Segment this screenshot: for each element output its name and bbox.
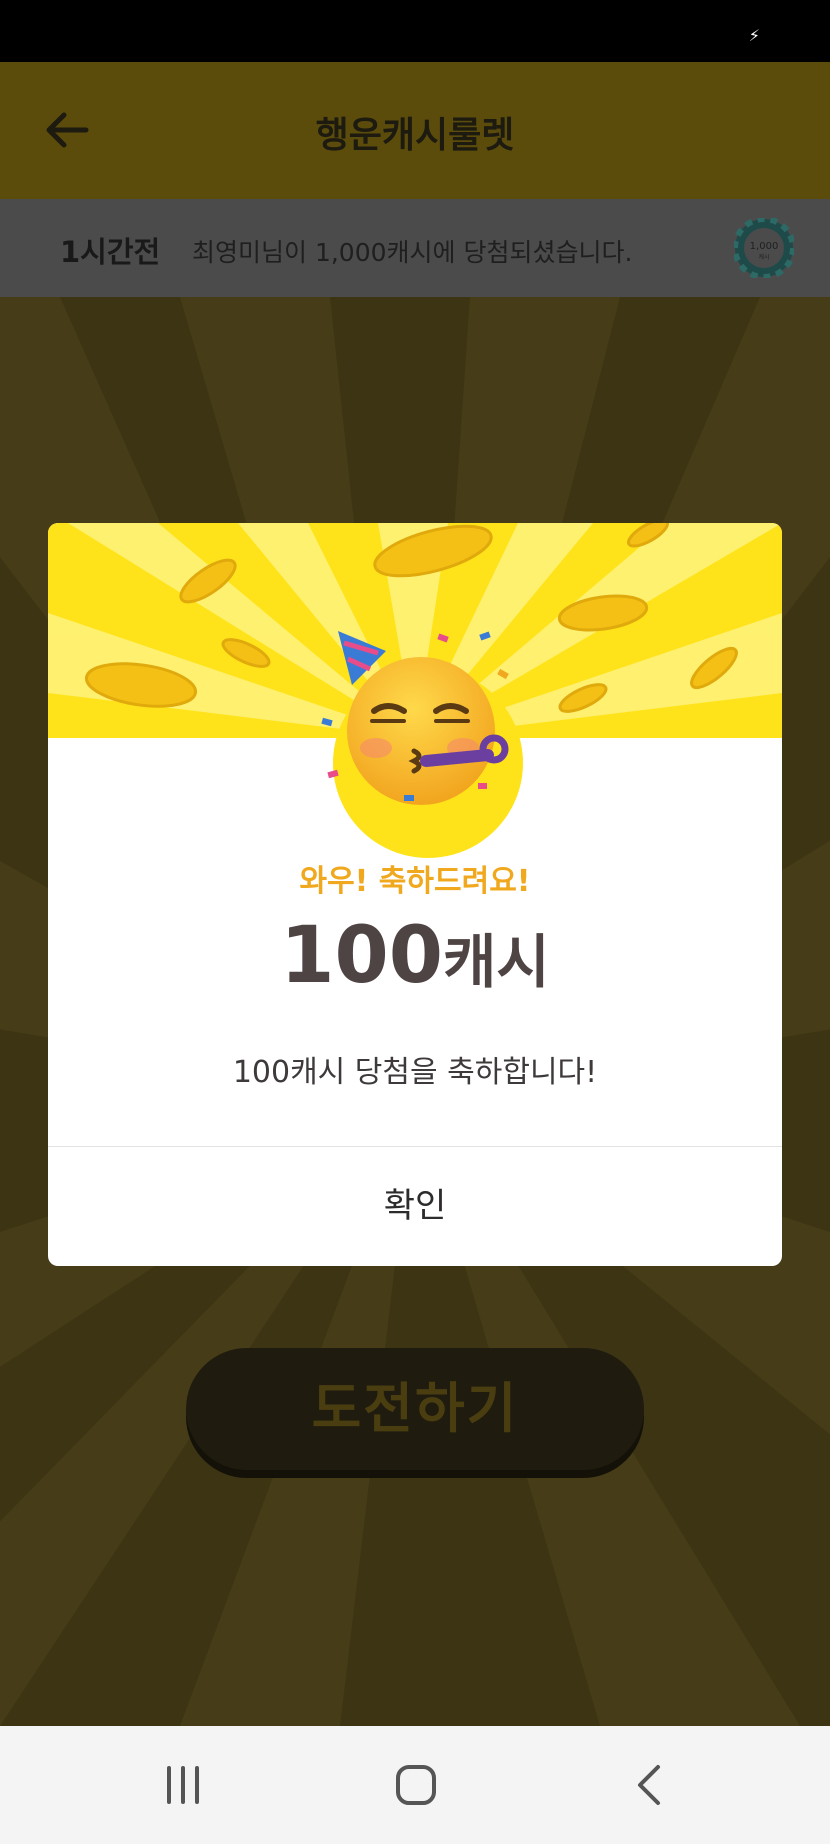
- chip-label: 1,000: [750, 241, 779, 252]
- app-bar: 행운캐시룰렛: [0, 62, 830, 199]
- system-nav-bar: [0, 1726, 830, 1844]
- congrats-heading: 와우! 축하드려요!: [299, 864, 531, 899]
- prize-amount-unit: 캐시: [443, 928, 550, 996]
- charging-bolt-icon: ⚡: [748, 26, 760, 45]
- winner-ticker: 1시간전 최영미님이 1,000캐시에 당첨되셨습니다. 1,000 캐시: [0, 199, 830, 297]
- nav-back-icon[interactable]: [620, 1760, 680, 1810]
- ticker-message: 최영미님이 1,000캐시에 당첨되셨습니다.: [192, 238, 633, 267]
- prize-dialog: 와우! 축하드려요! 100캐시 100캐시 당첨을 축하합니다! 확인: [48, 523, 782, 1266]
- party-face-icon: [308, 623, 548, 863]
- cash-chip-icon: 1,000 캐시: [732, 216, 796, 280]
- challenge-label: 도전하기: [311, 1377, 519, 1440]
- prize-amount: 100캐시: [48, 911, 782, 1001]
- recent-apps-icon[interactable]: [153, 1760, 213, 1810]
- page-title: 행운캐시룰렛: [315, 115, 515, 156]
- confirm-button[interactable]: 확인: [48, 1147, 782, 1266]
- ticker-time: 1시간전: [60, 235, 161, 269]
- prize-amount-number: 100: [280, 911, 444, 1001]
- challenge-button[interactable]: 도전하기: [186, 1348, 644, 1470]
- prize-description: 100캐시 당첨을 축하합니다!: [232, 1055, 598, 1090]
- chip-sub: 캐시: [758, 253, 769, 261]
- home-icon[interactable]: [386, 1760, 446, 1810]
- status-bar: ⚡: [0, 0, 830, 62]
